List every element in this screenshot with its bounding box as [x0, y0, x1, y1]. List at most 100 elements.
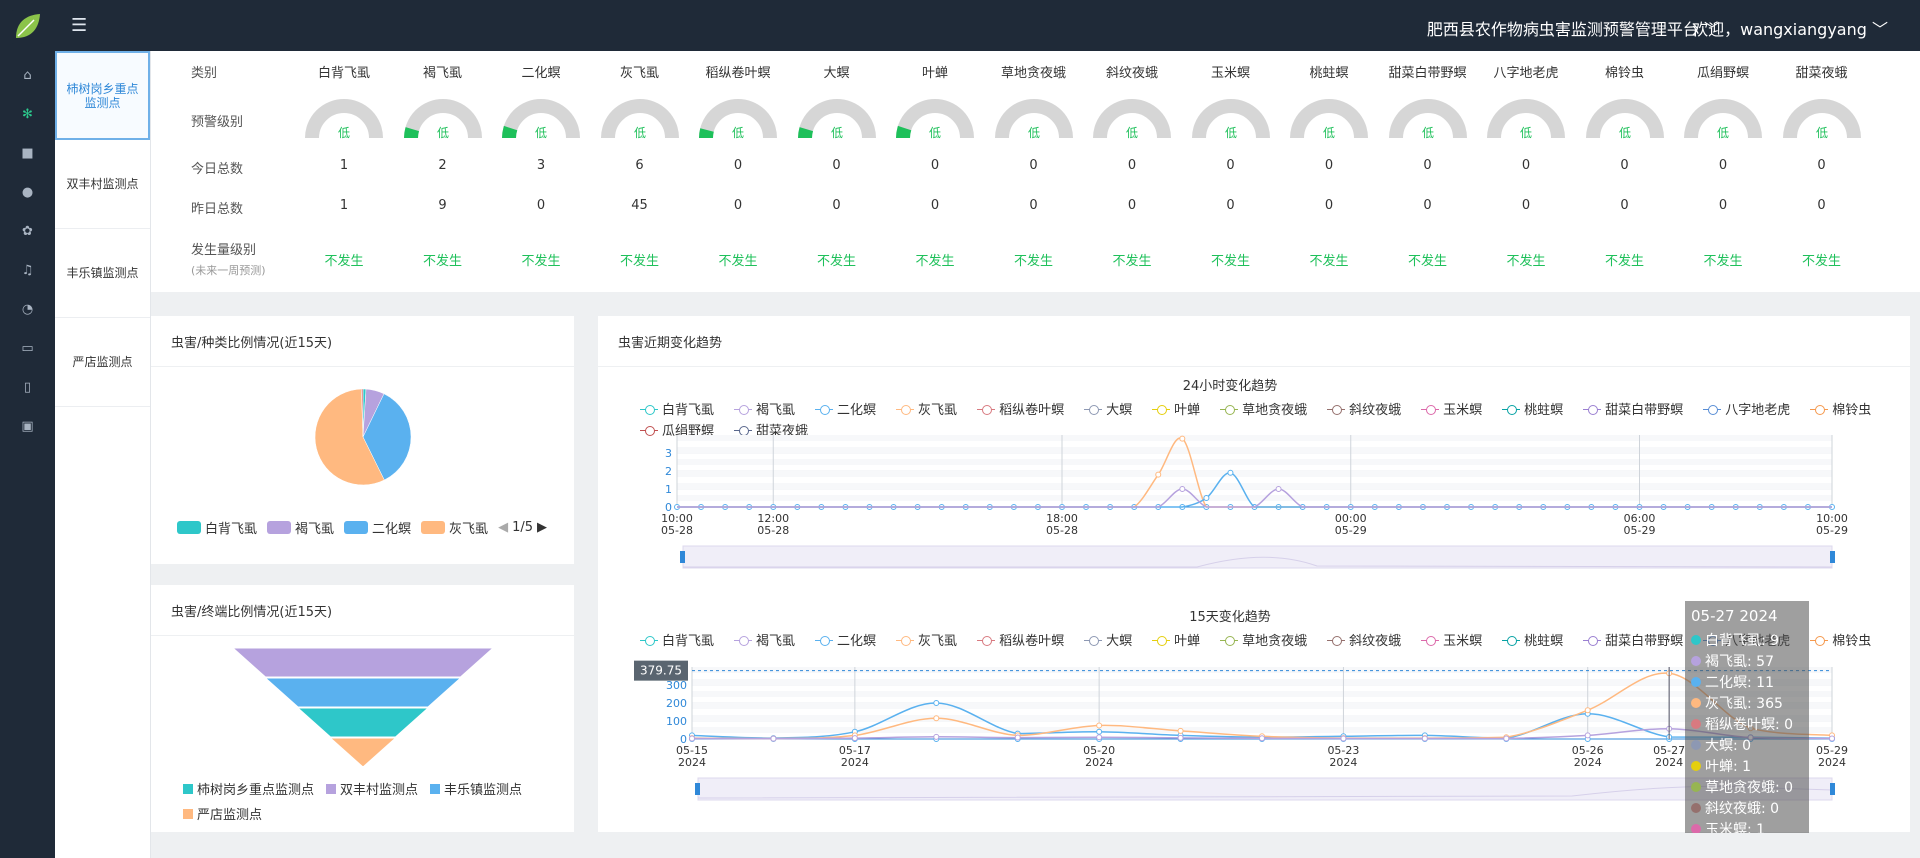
legend-item[interactable]: 灰飞虱	[896, 399, 957, 418]
data-point[interactable]	[1179, 435, 1186, 442]
legend-item[interactable]: 褐飞虱	[734, 399, 795, 418]
legend-item[interactable]: 玉米螟	[1421, 630, 1482, 649]
zoom-handle-left[interactable]	[695, 783, 700, 795]
legend-item[interactable]: 丰乐镇监测点	[430, 779, 522, 798]
tooltip-row-text: 叶蝉: 1	[1705, 758, 1752, 775]
legend-item[interactable]: 柿树岗乡重点监测点	[183, 779, 314, 798]
funnel-stage[interactable]	[231, 647, 495, 678]
funnel-stage[interactable]	[329, 737, 397, 766]
data-point[interactable]	[1259, 735, 1265, 742]
x-tick-label: 05-26 2024	[1572, 744, 1604, 769]
legend-label[interactable]: 白背飞虱	[205, 518, 257, 537]
funnel-stage[interactable]	[296, 707, 430, 738]
site-item-yandian[interactable]: 严店监测点	[55, 318, 150, 407]
data-point[interactable]	[1203, 495, 1210, 501]
site-item-shishugang[interactable]: 柿树岗乡重点监测点	[55, 51, 150, 140]
data-point[interactable]	[1014, 734, 1021, 741]
today-total-value: 1	[339, 158, 349, 173]
data-point[interactable]	[1177, 734, 1184, 741]
legend-item[interactable]: 草地贪夜蛾	[1220, 630, 1307, 649]
site-item-fengle[interactable]: 丰乐镇监测点	[55, 229, 150, 318]
data-point[interactable]	[1503, 735, 1510, 742]
legend-item[interactable]: 大螟	[1084, 399, 1132, 418]
data-point[interactable]	[1155, 471, 1162, 478]
legend-item[interactable]: 桃蛀螟	[1502, 630, 1563, 649]
legend-item[interactable]: 草地贪夜蛾	[1220, 399, 1307, 418]
book-icon[interactable]: ▯	[0, 368, 55, 407]
legend-item[interactable]: 玉米螟	[1421, 399, 1482, 418]
alarm-icon[interactable]: ♫	[0, 251, 55, 290]
menu-toggle-icon[interactable]: ☰	[71, 15, 87, 36]
legend-item[interactable]: 褐飞虱	[734, 630, 795, 649]
series-dot-icon	[1691, 718, 1701, 729]
data-point[interactable]	[1177, 727, 1184, 734]
data-point[interactable]	[689, 735, 695, 742]
legend-item[interactable]: 严店监测点	[183, 804, 262, 823]
data-point[interactable]	[1421, 735, 1428, 742]
data-point[interactable]	[1275, 486, 1282, 492]
legend-item[interactable]: 双丰村监测点	[326, 779, 418, 798]
legend-swatch[interactable]	[344, 521, 369, 534]
data-point[interactable]	[1096, 728, 1103, 735]
data-point[interactable]	[1584, 707, 1591, 714]
legend-item[interactable]: 斜纹夜蛾	[1327, 399, 1401, 418]
legend-item[interactable]: 二化螟	[815, 630, 876, 649]
x-tick-label: 05-29 2024	[1816, 744, 1848, 769]
legend-item[interactable]: 棉铃虫	[1810, 399, 1871, 418]
legend-item[interactable]: 棉铃虫	[1810, 630, 1871, 649]
legend-item[interactable]: 白背飞虱	[640, 399, 714, 418]
legend-label[interactable]: 灰飞虱	[449, 518, 488, 537]
home-icon[interactable]: ⌂	[0, 56, 55, 95]
grid-band	[677, 471, 1832, 477]
data-point[interactable]	[933, 733, 940, 740]
grid-band	[677, 459, 1832, 465]
legend-item[interactable]: 大螟	[1084, 630, 1132, 649]
data-point[interactable]	[1829, 735, 1835, 742]
photo-icon[interactable]: ▣	[0, 407, 55, 446]
legend-item[interactable]: 叶蝉	[1152, 630, 1200, 649]
legend-item[interactable]: 桃蛀螟	[1502, 399, 1563, 418]
data-point[interactable]	[1179, 486, 1186, 492]
platform-selector[interactable]: 肥西县农作物病虫害监测预警管理平台 ﹀	[1427, 16, 1720, 40]
data-point[interactable]	[933, 715, 940, 722]
legend-item[interactable]: 灰飞虱	[896, 630, 957, 649]
legend-swatch[interactable]	[267, 521, 292, 534]
legend-item[interactable]: 二化螟	[815, 399, 876, 418]
legend-item[interactable]: 白背飞虱	[640, 630, 714, 649]
legend-item[interactable]: 稻纵卷叶螟	[977, 399, 1064, 418]
data-point[interactable]	[1096, 722, 1103, 729]
legend-item[interactable]: 稻纵卷叶螟	[977, 630, 1064, 649]
legend-item[interactable]: 斜纹夜蛾	[1327, 630, 1401, 649]
series-line[interactable]	[677, 472, 1832, 508]
bug-icon[interactable]: ✻	[0, 95, 55, 134]
legend-label[interactable]: 二化螟	[372, 518, 411, 537]
legend-item[interactable]: 甜菜白带野螟	[1583, 630, 1683, 649]
user-menu[interactable]: 欢迎，wangxiangyang ﹀	[1692, 16, 1888, 40]
legend-prev-icon[interactable]: ◀	[498, 520, 508, 535]
legend-item[interactable]: 八字地老虎	[1703, 399, 1790, 418]
data-point[interactable]	[1227, 469, 1234, 476]
legend-next-icon[interactable]: ▶	[537, 520, 547, 535]
zoom-handle-left[interactable]	[680, 551, 685, 563]
data-point[interactable]	[1584, 732, 1591, 739]
gauge-icon[interactable]: ◔	[0, 290, 55, 329]
data-point[interactable]	[851, 735, 858, 742]
legend-item[interactable]: 叶蝉	[1152, 399, 1200, 418]
cluster-icon[interactable]: ✿	[0, 212, 55, 251]
data-point[interactable]	[770, 735, 777, 742]
drop-icon[interactable]: ●	[0, 173, 55, 212]
zoom-handle-right[interactable]	[1830, 551, 1835, 563]
legend-item[interactable]: 甜菜白带野螟	[1583, 399, 1683, 418]
device-icon[interactable]: ▭	[0, 329, 55, 368]
legend-swatch[interactable]	[421, 521, 446, 534]
funnel-stage[interactable]	[264, 677, 462, 708]
camera-icon[interactable]: ■	[0, 134, 55, 173]
legend-label[interactable]: 褐飞虱	[295, 518, 334, 537]
data-point[interactable]	[1096, 734, 1103, 741]
data-point[interactable]	[933, 700, 940, 706]
legend-marker	[1502, 635, 1521, 646]
legend-swatch[interactable]	[177, 521, 201, 534]
site-item-shuangfeng[interactable]: 双丰村监测点	[55, 140, 150, 229]
zoom-handle-right[interactable]	[1830, 783, 1835, 795]
data-point[interactable]	[1340, 735, 1347, 742]
